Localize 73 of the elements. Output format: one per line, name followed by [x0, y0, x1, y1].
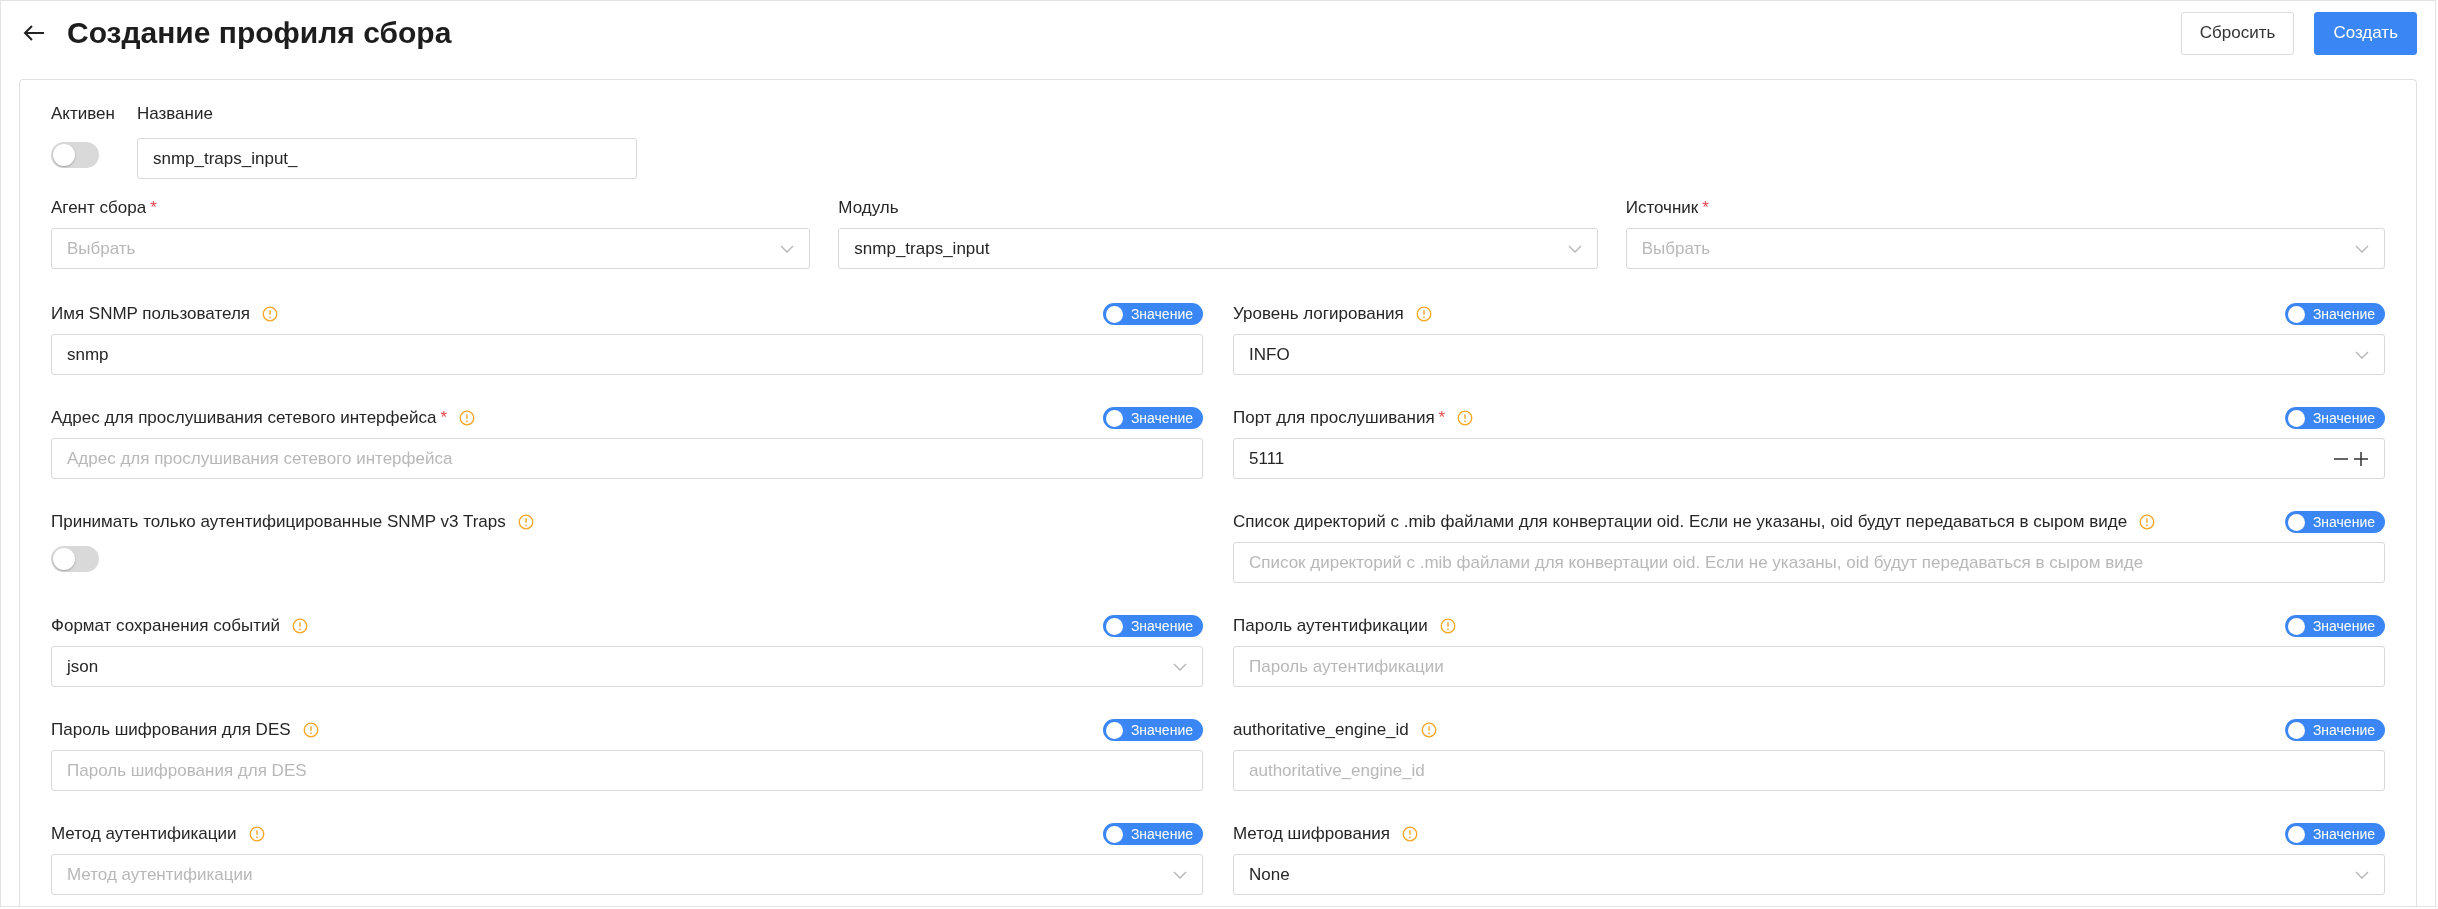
value-toggle[interactable]: Значение: [2284, 615, 2385, 637]
value-toggle[interactable]: Значение: [1102, 823, 1203, 845]
page-title: Создание профиля сбора: [67, 16, 452, 50]
select-field[interactable]: INFO: [1233, 334, 2385, 375]
select-field[interactable]: Выбрать: [1625, 228, 2385, 269]
required-asterisk: *: [1702, 198, 1709, 218]
info-icon: [1420, 722, 1437, 738]
value-toggle[interactable]: Значение: [2284, 823, 2385, 845]
info-icon: [302, 722, 319, 738]
info-icon: [1457, 410, 1474, 426]
select-field[interactable]: Метод аутентификации: [51, 854, 1203, 895]
field-label: Источник: [1625, 198, 1699, 218]
reset-button[interactable]: Сбросить: [2180, 11, 2295, 55]
chevron-down-icon: [1173, 662, 1187, 671]
chevron-down-icon: [2355, 244, 2369, 253]
field-label: Метод шифрования: [1233, 824, 1390, 844]
chevron-down-icon: [2355, 350, 2369, 359]
text-input[interactable]: snmp: [51, 334, 1203, 375]
field-label: Уровень логирования: [1233, 304, 1404, 324]
back-arrow-icon[interactable]: [23, 24, 45, 42]
info-icon: [2139, 514, 2156, 530]
field-label: Пароль шифрования для DES: [51, 720, 291, 740]
chevron-down-icon: [780, 244, 795, 253]
text-input[interactable]: authoritative_engine_id: [1233, 750, 2385, 791]
value-toggle[interactable]: Значение: [1102, 303, 1203, 325]
info-icon: [1415, 306, 1432, 322]
text-input[interactable]: Список директорий с .mib файлами для конвертации oid. Если не указаны, oid будут передаваться в сыром виде: [1233, 542, 2385, 583]
active-switch[interactable]: [51, 142, 99, 168]
field-label: Пароль аутентификации: [1233, 616, 1428, 636]
info-icon: [248, 826, 265, 842]
value-toggle[interactable]: Значение: [2284, 511, 2385, 533]
field-label: Название: [136, 104, 214, 124]
value-toggle[interactable]: Значение: [1102, 407, 1203, 429]
plus-icon[interactable]: [2353, 450, 2369, 467]
field-label: Принимать только аутентифицированные SNMP v3 Traps: [51, 512, 506, 532]
field-label: Метод аутентификации: [51, 824, 237, 844]
text-input[interactable]: Адрес для прослушивания сетевого интерфейса: [51, 438, 1203, 479]
field-label: Активен: [51, 104, 115, 124]
field-label: authoritative_engine_id: [1233, 720, 1409, 740]
field-label: Агент сбора: [51, 198, 147, 218]
info-icon: [292, 618, 308, 634]
value-toggle[interactable]: Значение: [2284, 303, 2385, 325]
field-label: Порт для прослушивания: [1233, 408, 1435, 428]
info-icon: [262, 306, 279, 322]
chevron-down-icon: [1173, 870, 1187, 879]
required-asterisk: *: [1438, 408, 1446, 428]
info-icon: [1402, 826, 1418, 842]
field-label: Адрес для прослушивания сетевого интерфейса: [51, 408, 437, 428]
field-label: Список директорий с .mib файлами для конвертации oid. Если не указаны, oid будут передаваться в сыром виде: [1233, 512, 2128, 532]
info-icon: [1439, 618, 1456, 634]
chevron-down-icon: [1567, 244, 1582, 253]
field-label: Формат сохранения событий: [51, 616, 280, 636]
required-asterisk: *: [440, 408, 448, 428]
value-toggle[interactable]: Значение: [1102, 719, 1203, 741]
info-icon: [459, 410, 476, 426]
chevron-down-icon: [2355, 870, 2369, 879]
value-toggle[interactable]: Значение: [2284, 407, 2385, 429]
field-label: Модуль: [838, 198, 899, 218]
select-field[interactable]: snmp_traps_input: [838, 228, 1598, 269]
info-icon: [517, 514, 534, 530]
name-input[interactable]: snmp_traps_input_: [136, 138, 637, 179]
required-asterisk: *: [150, 198, 157, 218]
number-input[interactable]: 5111: [1233, 438, 2385, 479]
select-field[interactable]: Выбрать: [51, 228, 811, 269]
value-toggle[interactable]: Значение: [1102, 615, 1203, 637]
text-input[interactable]: Пароль аутентификации: [1233, 646, 2385, 687]
value-toggle[interactable]: Значение: [2284, 719, 2385, 741]
select-field[interactable]: json: [51, 646, 1203, 687]
select-field[interactable]: None: [1233, 854, 2385, 895]
toggle-switch[interactable]: [51, 546, 99, 572]
create-button[interactable]: Создать: [2314, 11, 2417, 55]
field-label: Имя SNMP пользователя: [51, 304, 251, 324]
text-input[interactable]: Пароль шифрования для DES: [51, 750, 1203, 791]
